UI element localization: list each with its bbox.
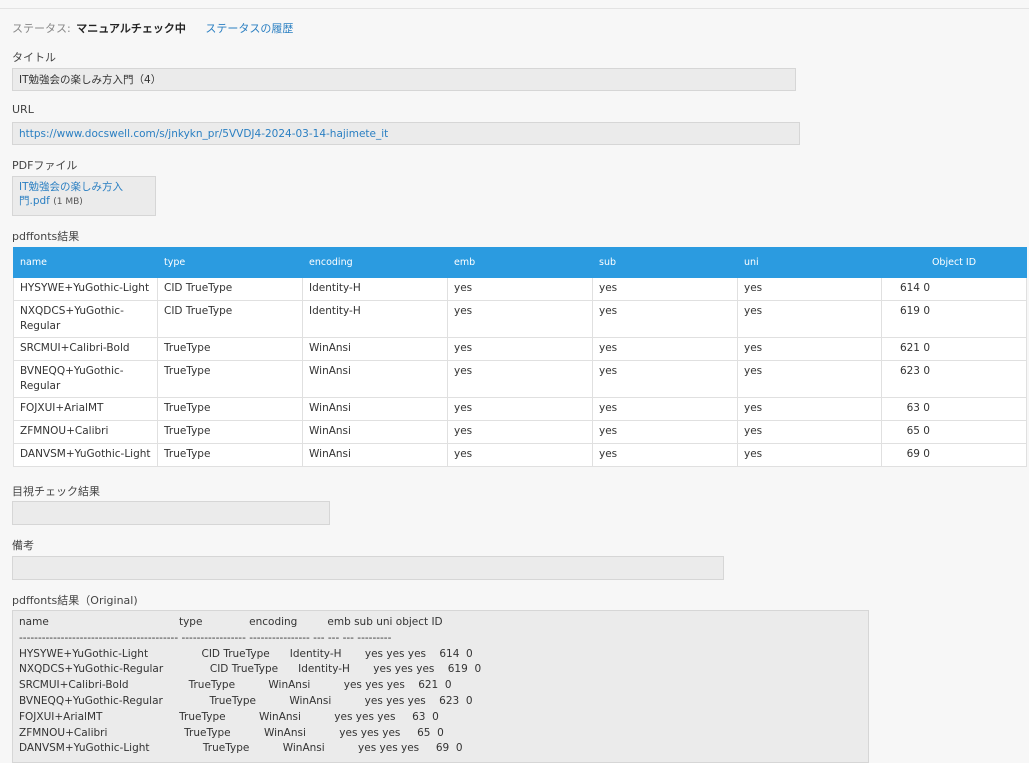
cell-encoding: Identity-H	[302, 277, 448, 301]
cell-name: HYSYWE+YuGothic-Light	[13, 277, 158, 301]
output-line: NXQDCS+YuGothic-Regular CID TrueType Ide…	[19, 663, 482, 676]
url-field: https://www.docswell.com/s/jnkykn_pr/5VV…	[12, 122, 800, 145]
pdffonts-original-output: name type encoding emb sub uni object ID…	[12, 610, 869, 763]
table-header-row: name type encoding emb sub uni Object ID	[13, 247, 1027, 278]
cell-object-id: 621 0	[881, 337, 1027, 361]
table-row: HYSYWE+YuGothic-Light CID TrueType Ident…	[13, 277, 1027, 301]
table-row: ZFMNOU+Calibri TrueType WinAnsi yes yes …	[13, 420, 1027, 444]
cell-sub: yes	[592, 337, 738, 361]
visual-check-label: 目視チェック結果	[12, 485, 100, 498]
cell-type: TrueType	[157, 397, 303, 421]
column-header-uni: uni	[737, 247, 882, 278]
cell-object-id: 63 0	[881, 397, 1027, 421]
cell-uni: yes	[737, 337, 882, 361]
top-divider	[0, 8, 1029, 9]
pdf-file-size: (1 MB)	[53, 197, 83, 207]
title-field[interactable]: IT勉強会の楽しみ方入門（4）	[12, 68, 796, 91]
cell-type: TrueType	[157, 360, 303, 398]
pdf-file-box: IT勉強会の楽しみ方入 門.pdf (1 MB)	[12, 176, 156, 216]
status-label: ステータス:	[12, 22, 71, 35]
status-row: ステータス: マニュアルチェック中 ステータスの履歴	[12, 20, 293, 36]
notes-label: 備考	[12, 539, 34, 552]
url-label: URL	[12, 103, 34, 116]
column-header-emb: emb	[447, 247, 593, 278]
output-line: ----------------------------------------…	[19, 631, 392, 644]
cell-object-id: 69 0	[881, 443, 1027, 467]
column-header-type: type	[157, 247, 303, 278]
cell-uni: yes	[737, 277, 882, 301]
output-line: ZFMNOU+Calibri TrueType WinAnsi yes yes …	[19, 726, 444, 739]
pdf-file-name-line1: IT勉強会の楽しみ方入	[19, 181, 124, 193]
cell-encoding: Identity-H	[302, 300, 448, 338]
cell-name: DANVSM+YuGothic-Light	[13, 443, 158, 467]
column-header-name: name	[13, 247, 158, 278]
cell-emb: yes	[447, 420, 593, 444]
cell-encoding: WinAnsi	[302, 397, 448, 421]
title-label: タイトル	[12, 51, 56, 64]
output-line: name type encoding emb sub uni object ID	[19, 616, 443, 628]
output-line: DANVSM+YuGothic-Light TrueType WinAnsi y…	[19, 742, 463, 755]
cell-name: SRCMUI+Calibri-Bold	[13, 337, 158, 361]
cell-sub: yes	[592, 277, 738, 301]
column-header-object-id: Object ID	[881, 247, 1027, 278]
cell-type: TrueType	[157, 337, 303, 361]
visual-check-field[interactable]	[12, 501, 330, 525]
cell-sub: yes	[592, 443, 738, 467]
output-line: BVNEQQ+YuGothic-Regular TrueType WinAnsi…	[19, 694, 473, 707]
cell-emb: yes	[447, 277, 593, 301]
cell-object-id: 65 0	[881, 420, 1027, 444]
cell-name: NXQDCS+YuGothic-Regular	[13, 300, 158, 338]
table-row: NXQDCS+YuGothic-Regular CID TrueType Ide…	[13, 300, 1027, 338]
cell-sub: yes	[592, 420, 738, 444]
notes-field[interactable]	[12, 556, 724, 580]
table-row: FOJXUI+ArialMT TrueType WinAnsi yes yes …	[13, 397, 1027, 421]
cell-uni: yes	[737, 360, 882, 398]
pdf-file-name-line2: 門.pdf	[19, 195, 50, 207]
cell-object-id: 614 0	[881, 277, 1027, 301]
output-line: FOJXUI+ArialMT TrueType WinAnsi yes yes …	[19, 710, 439, 723]
cell-name: BVNEQQ+YuGothic-Regular	[13, 360, 158, 398]
table-row: DANVSM+YuGothic-Light TrueType WinAnsi y…	[13, 443, 1027, 467]
cell-type: TrueType	[157, 420, 303, 444]
status-value: マニュアルチェック中	[76, 22, 186, 35]
cell-type: CID TrueType	[157, 277, 303, 301]
pdffonts-table: name type encoding emb sub uni Object ID…	[13, 247, 1027, 467]
cell-type: TrueType	[157, 443, 303, 467]
cell-emb: yes	[447, 300, 593, 338]
cell-type: CID TrueType	[157, 300, 303, 338]
pdf-file-link[interactable]: IT勉強会の楽しみ方入 門.pdf (1 MB)	[19, 180, 149, 209]
cell-name: ZFMNOU+Calibri	[13, 420, 158, 444]
cell-uni: yes	[737, 443, 882, 467]
cell-name: FOJXUI+ArialMT	[13, 397, 158, 421]
cell-uni: yes	[737, 420, 882, 444]
table-row: BVNEQQ+YuGothic-Regular TrueType WinAnsi…	[13, 360, 1027, 398]
output-line: HYSYWE+YuGothic-Light CID TrueType Ident…	[19, 647, 473, 660]
url-link[interactable]: https://www.docswell.com/s/jnkykn_pr/5VV…	[19, 128, 388, 140]
cell-encoding: WinAnsi	[302, 443, 448, 467]
cell-emb: yes	[447, 360, 593, 398]
status-history-link[interactable]: ステータスの履歴	[205, 22, 293, 35]
cell-sub: yes	[592, 360, 738, 398]
cell-encoding: WinAnsi	[302, 420, 448, 444]
cell-sub: yes	[592, 397, 738, 421]
cell-emb: yes	[447, 397, 593, 421]
table-row: SRCMUI+Calibri-Bold TrueType WinAnsi yes…	[13, 337, 1027, 361]
cell-emb: yes	[447, 337, 593, 361]
cell-uni: yes	[737, 397, 882, 421]
cell-sub: yes	[592, 300, 738, 338]
pdffonts-label: pdffonts結果	[12, 230, 80, 243]
output-line: SRCMUI+Calibri-Bold TrueType WinAnsi yes…	[19, 679, 452, 692]
pdf-label: PDFファイル	[12, 159, 78, 172]
column-header-encoding: encoding	[302, 247, 448, 278]
cell-uni: yes	[737, 300, 882, 338]
cell-encoding: WinAnsi	[302, 337, 448, 361]
cell-encoding: WinAnsi	[302, 360, 448, 398]
cell-object-id: 619 0	[881, 300, 1027, 338]
title-value: IT勉強会の楽しみ方入門（4）	[19, 74, 162, 86]
cell-object-id: 623 0	[881, 360, 1027, 398]
column-header-sub: sub	[592, 247, 738, 278]
cell-emb: yes	[447, 443, 593, 467]
pdffonts-original-label: pdffonts結果（Original)	[12, 594, 138, 607]
